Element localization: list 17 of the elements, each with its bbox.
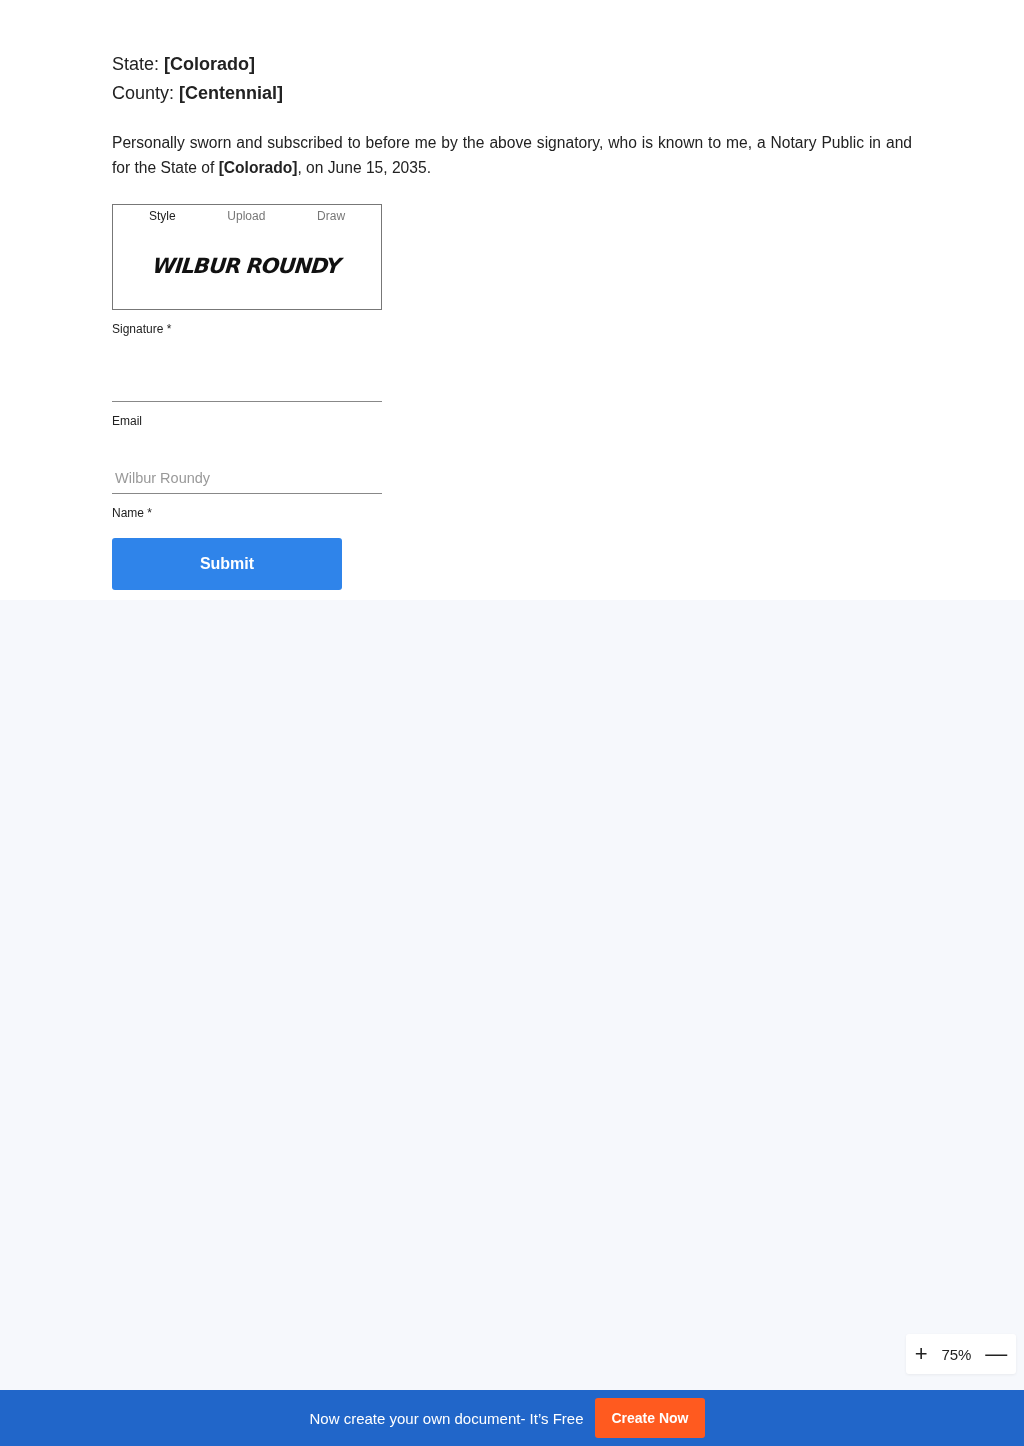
paragraph: Personally sworn and subscribed to before me by the above signatory, who is known to me, a Notary Public in and for the State of [Colorado], on June 15, 2035. (112, 133, 912, 178)
zoom-out-button[interactable]: — (981, 1343, 1012, 1365)
zoom-level: 75% (941, 1345, 972, 1363)
signature-tab[interactable]: Style (142, 209, 182, 223)
create-now-button[interactable]: Create Now (595, 1398, 705, 1438)
banner-text: Now create your own document- It’s Free (309, 1409, 584, 1427)
field-label: Name * (112, 506, 152, 520)
signature-tab[interactable]: Upload (221, 209, 272, 223)
field-label: Email (112, 414, 142, 428)
signature: WILBUR ROUNDY (151, 254, 343, 278)
submit-button[interactable]: Submit (112, 538, 342, 590)
signature-tab[interactable]: Draw (311, 209, 352, 223)
field-label: Signature * (112, 322, 172, 336)
header-line: County: [Centennial] (112, 82, 284, 105)
zoom-in-button[interactable]: + (910, 1343, 932, 1365)
header-line: State: [Colorado] (112, 53, 256, 76)
input-field[interactable]: Wilbur Roundy (112, 428, 382, 494)
